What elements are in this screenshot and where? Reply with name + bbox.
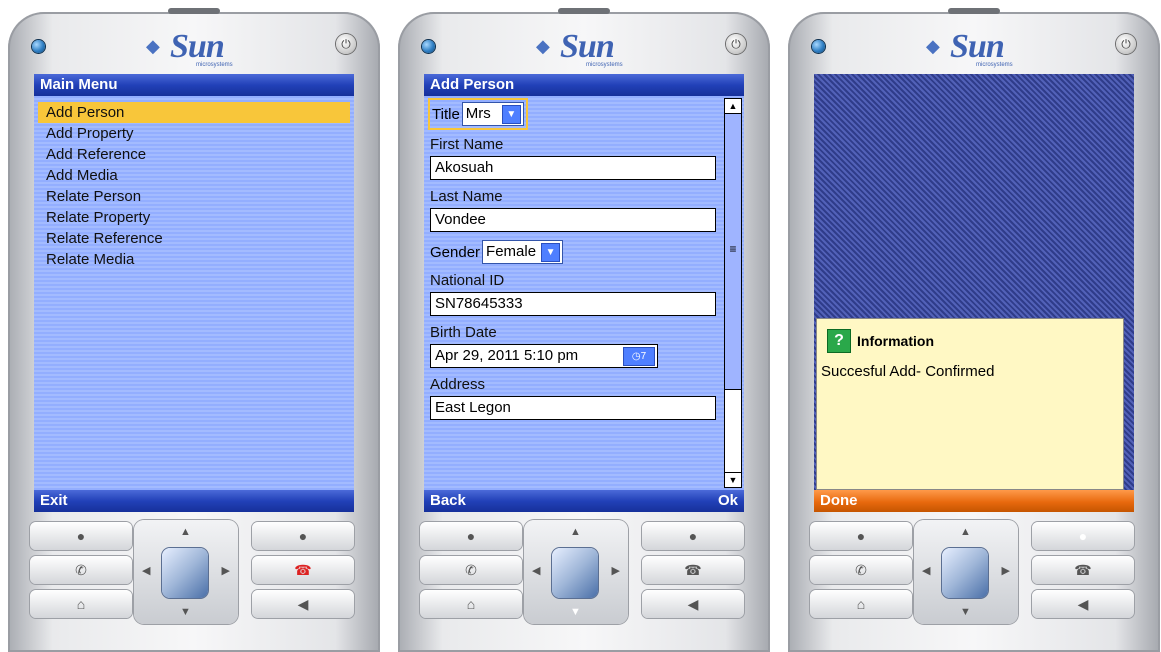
- address-field[interactable]: East Legon: [430, 396, 716, 420]
- left-soft-key[interactable]: ●: [810, 522, 912, 550]
- last-name-label: Last Name: [430, 188, 503, 205]
- navigation-pad[interactable]: ▲ ▼ ◀ ▶: [524, 520, 628, 624]
- select-button[interactable]: [162, 548, 208, 598]
- add-person-form: Title Mrs ▼ First Name Akosuah Last Name…: [424, 96, 744, 490]
- call-icon[interactable]: ✆: [420, 556, 522, 584]
- back-icon[interactable]: ◀: [642, 590, 744, 618]
- right-soft-key[interactable]: ●: [1032, 522, 1134, 550]
- sun-logo: ◆ Sun microsystems: [146, 28, 233, 68]
- phone-emulator-main-menu: ◆ Sun microsystems ⏻ Main Menu Add Person …: [8, 8, 380, 652]
- softkey-ok[interactable]: Ok: [718, 490, 738, 512]
- home-icon[interactable]: ⌂: [420, 590, 522, 618]
- left-soft-key[interactable]: ●: [420, 522, 522, 550]
- power-icon[interactable]: ⏻: [1116, 34, 1136, 54]
- down-arrow-icon[interactable]: ▼: [725, 472, 741, 487]
- softkey-back[interactable]: Back: [430, 492, 466, 509]
- question-icon: ?: [827, 329, 851, 353]
- right-soft-key[interactable]: ●: [642, 522, 744, 550]
- phone-emulator-add-person: ◆ Sun microsystems ⏻ Add Person Title Mrs …: [398, 8, 770, 652]
- softkey-bar: Back Ok: [424, 490, 744, 512]
- menu-item-add-media[interactable]: Add Media: [38, 165, 350, 186]
- screen-title: Main Menu: [34, 74, 354, 96]
- phone-emulator-confirmation: ◆ Sun microsystems ⏻ ? Information Succesf…: [788, 8, 1160, 652]
- home-icon[interactable]: ⌂: [810, 590, 912, 618]
- down-arrow-icon[interactable]: ▼: [570, 606, 581, 618]
- gender-select[interactable]: Female ▼: [482, 240, 564, 264]
- up-arrow-icon[interactable]: ▲: [180, 526, 191, 538]
- menu-item-relate-person[interactable]: Relate Person: [38, 186, 350, 207]
- softkey-done[interactable]: Done: [814, 490, 1134, 512]
- up-arrow-icon[interactable]: ▲: [725, 99, 741, 114]
- title-label: Title: [432, 105, 460, 123]
- select-button[interactable]: [942, 548, 988, 598]
- end-call-icon[interactable]: ☎: [1032, 556, 1134, 584]
- alert-message: Succesful Add- Confirmed: [821, 363, 995, 380]
- keypad: ● ✆ ⌂ ▲ ▼ ◀ ▶ ● ☎ ◀: [810, 520, 1138, 640]
- menu-item-relate-reference[interactable]: Relate Reference: [38, 228, 350, 249]
- title-select[interactable]: Mrs ▼: [461, 102, 524, 126]
- power-icon[interactable]: ⏻: [336, 34, 356, 54]
- scrollbar[interactable]: ▲ ≡ ▼: [724, 98, 742, 488]
- status-led: [812, 40, 825, 53]
- menu-item-relate-media[interactable]: Relate Media: [38, 249, 350, 270]
- right-arrow-icon[interactable]: ▶: [612, 564, 620, 577]
- call-icon[interactable]: ✆: [810, 556, 912, 584]
- call-icon[interactable]: ✆: [30, 556, 132, 584]
- menu-item-add-reference[interactable]: Add Reference: [38, 144, 350, 165]
- calendar-icon[interactable]: ◷7: [623, 347, 655, 366]
- menu-item-add-property[interactable]: Add Property: [38, 123, 350, 144]
- softkey-exit[interactable]: Exit: [34, 490, 354, 512]
- left-soft-key[interactable]: ●: [30, 522, 132, 550]
- sun-logo: ◆ Sun microsystems: [926, 28, 1013, 68]
- chevron-down-icon: ▼: [541, 243, 561, 262]
- chevron-down-icon: ▼: [501, 105, 521, 124]
- information-alert: ? Information Succesful Add- Confirmed: [816, 318, 1124, 490]
- scrollbar-thumb[interactable]: ≡: [725, 114, 741, 390]
- up-arrow-icon[interactable]: ▲: [960, 526, 971, 538]
- navigation-pad[interactable]: ▲ ▼ ◀ ▶: [914, 520, 1018, 624]
- birth-date-label: Birth Date: [430, 324, 497, 341]
- keypad: ● ✆ ⌂ ▲ ▼ ◀ ▶ ● ☎ ◀: [30, 520, 358, 640]
- alert-title: Information: [857, 333, 934, 349]
- national-id-field[interactable]: SN78645333: [430, 292, 716, 316]
- end-call-icon[interactable]: ☎: [642, 556, 744, 584]
- keypad: ● ✆ ⌂ ▲ ▼ ◀ ▶ ● ☎ ◀: [420, 520, 748, 640]
- up-arrow-icon[interactable]: ▲: [570, 526, 581, 538]
- left-arrow-icon[interactable]: ◀: [922, 564, 930, 577]
- address-label: Address: [430, 376, 486, 393]
- left-arrow-icon[interactable]: ◀: [532, 564, 540, 577]
- gender-label: Gender: [430, 243, 481, 261]
- home-icon[interactable]: ⌂: [30, 590, 132, 618]
- menu-item-relate-property[interactable]: Relate Property: [38, 207, 350, 228]
- down-arrow-icon[interactable]: ▼: [180, 606, 191, 618]
- sun-logo: ◆ Sun microsystems: [536, 28, 623, 68]
- status-led: [32, 40, 45, 53]
- right-arrow-icon[interactable]: ▶: [1002, 564, 1010, 577]
- end-call-icon[interactable]: ☎: [252, 556, 354, 584]
- screen: ? Information Succesful Add- Confirmed D…: [814, 74, 1134, 512]
- power-icon[interactable]: ⏻: [726, 34, 746, 54]
- navigation-pad[interactable]: ▲ ▼ ◀ ▶: [134, 520, 238, 624]
- left-arrow-icon[interactable]: ◀: [142, 564, 150, 577]
- last-name-field[interactable]: Vondee: [430, 208, 716, 232]
- birth-date-field[interactable]: Apr 29, 2011 5:10 pm ◷7: [430, 344, 658, 368]
- menu-item-add-person[interactable]: Add Person: [38, 102, 350, 123]
- status-led: [422, 40, 435, 53]
- first-name-label: First Name: [430, 136, 504, 153]
- back-icon[interactable]: ◀: [1032, 590, 1134, 618]
- first-name-field[interactable]: Akosuah: [430, 156, 716, 180]
- right-soft-key[interactable]: ●: [252, 522, 354, 550]
- national-id-label: National ID: [430, 272, 505, 289]
- main-menu-list: Add Person Add Property Add Reference Ad…: [34, 96, 354, 490]
- down-arrow-icon[interactable]: ▼: [960, 606, 971, 618]
- select-button[interactable]: [552, 548, 598, 598]
- screen: Add Person Title Mrs ▼ First Name Akosua…: [424, 74, 744, 512]
- back-icon[interactable]: ◀: [252, 590, 354, 618]
- screen: Main Menu Add Person Add Property Add Re…: [34, 74, 354, 512]
- screen-title: Add Person: [424, 74, 744, 96]
- right-arrow-icon[interactable]: ▶: [222, 564, 230, 577]
